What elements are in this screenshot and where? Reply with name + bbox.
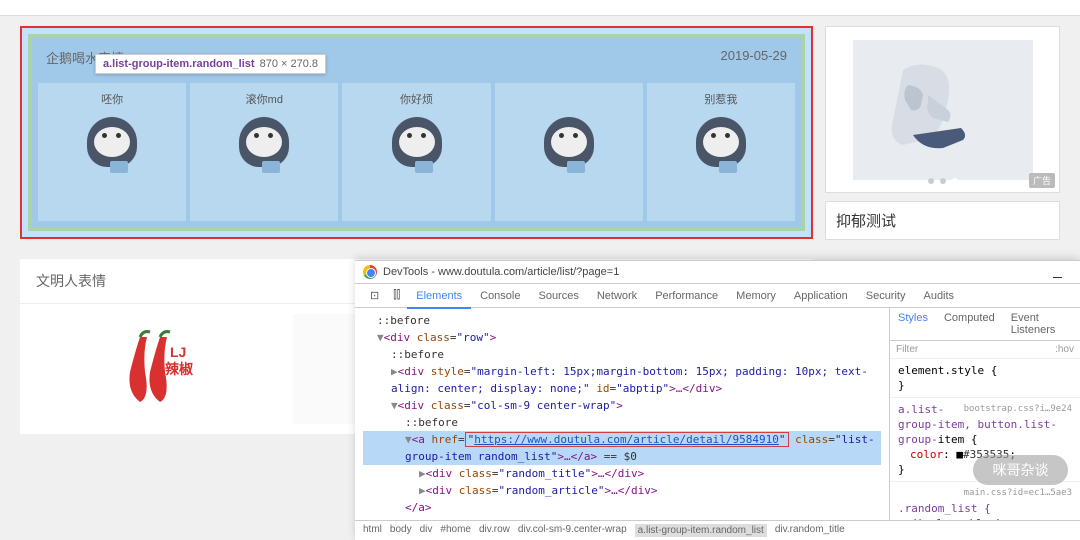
minimize-icon[interactable] [1053, 277, 1062, 278]
thumb[interactable]: 别惹我 [647, 83, 795, 221]
thumb[interactable] [495, 83, 643, 221]
tab-network[interactable]: Network [588, 285, 646, 307]
svg-text:辣椒: 辣椒 [165, 361, 193, 377]
tab-console[interactable]: Console [471, 285, 529, 307]
tab-elements[interactable]: Elements [407, 285, 471, 309]
styles-panel[interactable]: StylesComputedEvent Listeners Filter:hov… [889, 308, 1080, 520]
tab-sources[interactable]: Sources [529, 285, 587, 307]
tab-audits[interactable]: Audits [914, 285, 963, 307]
ad-image[interactable]: 广告 [825, 26, 1060, 193]
tab-security[interactable]: Security [857, 285, 915, 307]
watermark: 咪哥杂谈 [973, 455, 1068, 485]
card-date: 2019-05-29 [721, 48, 788, 67]
list-item[interactable]: LJ辣椒 [36, 314, 283, 424]
tab-memory[interactable]: Memory [727, 285, 785, 307]
chrome-icon [363, 265, 377, 279]
ad-label[interactable]: 抑郁测试 [825, 201, 1060, 240]
tab-performance[interactable]: Performance [646, 285, 727, 307]
devtools-panel: DevTools - www.doutula.com/article/list/… [355, 260, 1080, 540]
ad-tag: 广告 [1029, 173, 1055, 188]
elements-tree[interactable]: ::before ▼<div class="row"> ::before ▶<d… [355, 308, 889, 520]
thumb[interactable]: 你好烦 [342, 83, 490, 221]
thumb-row: 呸你滚你md你好烦 别惹我 [32, 77, 801, 227]
devtools-tabs: ⊡ ⫿⫿ ElementsConsoleSourcesNetworkPerfor… [355, 284, 1080, 308]
thumb[interactable]: 滚你md [190, 83, 338, 221]
svg-text:LJ: LJ [170, 344, 186, 360]
device-icon[interactable]: ⫿⫿ [386, 284, 407, 307]
inspect-icon[interactable]: ⊡ [363, 284, 386, 307]
thumb[interactable]: 呸你 [38, 83, 186, 221]
tab-application[interactable]: Application [785, 285, 857, 307]
breadcrumb[interactable]: htmlbodydiv#homediv.rowdiv.col-sm-9.cent… [355, 520, 1080, 540]
inspect-tooltip: a.list-group-item.random_list870 × 270.8 [95, 54, 326, 74]
